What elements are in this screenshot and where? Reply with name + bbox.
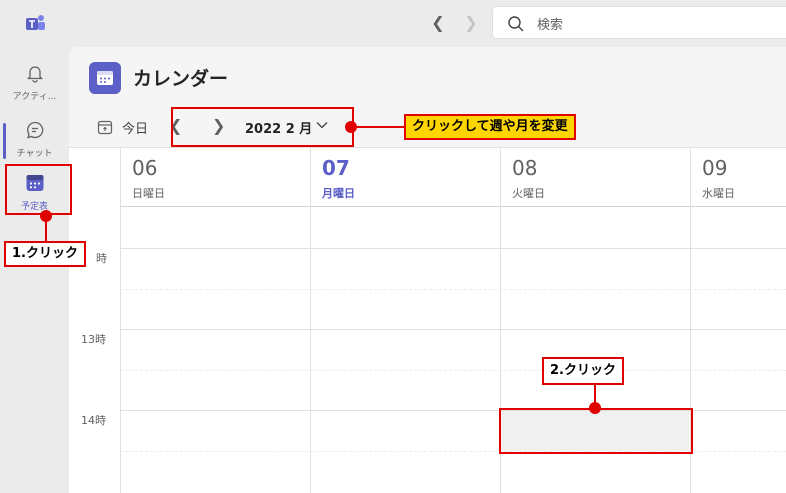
annotation-change-view: クリックして週や月を変更 <box>404 114 576 140</box>
rail-item-label: アクティ... <box>12 92 57 102</box>
day-header-today[interactable]: 07 月曜日 <box>310 148 500 206</box>
annotation-box-calendar <box>5 164 72 215</box>
annotation-box-month <box>171 107 354 147</box>
annotation-step2: 2.クリック <box>542 357 624 385</box>
rail-item-chat[interactable]: チャット <box>0 112 69 162</box>
day-name: 火曜日 <box>512 187 545 200</box>
day-name: 日曜日 <box>132 187 165 200</box>
search-input[interactable]: 検索 <box>492 6 786 39</box>
annotation-connector <box>352 126 406 128</box>
day-header[interactable]: 06 日曜日 <box>120 148 310 206</box>
page-title: カレンダー <box>133 68 229 90</box>
forward-arrow-icon[interactable]: ❯ <box>461 13 481 33</box>
day-number: 09 <box>702 156 728 180</box>
annotation-step1: 1.クリック <box>4 241 86 267</box>
time-label: 14時 <box>81 414 106 427</box>
app-header: カレンダー <box>69 47 786 107</box>
day-number: 06 <box>132 156 158 180</box>
rail-item-label: チャット <box>16 149 53 159</box>
day-header[interactable]: 08 火曜日 <box>500 148 690 206</box>
day-name: 水曜日 <box>702 187 735 200</box>
day-name: 月曜日 <box>322 187 355 200</box>
annotation-box-time-slot <box>499 408 693 454</box>
today-button[interactable]: 今日 <box>122 118 148 137</box>
half-hour-line <box>120 289 786 290</box>
day-number: 07 <box>322 156 350 180</box>
hour-line <box>120 329 786 330</box>
hour-line <box>120 248 786 249</box>
bell-icon <box>26 66 44 83</box>
header-divider <box>120 206 786 207</box>
day-number: 08 <box>512 156 538 180</box>
column-divider <box>310 206 311 493</box>
teams-logo-icon[interactable] <box>24 13 46 33</box>
time-label: 時 <box>96 252 107 265</box>
back-arrow-icon[interactable]: ❮ <box>428 13 448 33</box>
rail-item-activity[interactable]: アクティ... <box>0 55 69 105</box>
search-icon <box>508 16 524 32</box>
app-rail: アクティ... チャット 予定表 <box>0 47 69 493</box>
active-indicator <box>3 123 6 159</box>
title-bar: ❮ ❯ 検索 <box>0 0 786 47</box>
day-header[interactable]: 09 水曜日 <box>690 148 786 206</box>
column-divider <box>120 206 121 493</box>
search-placeholder: 検索 <box>537 18 564 33</box>
annotation-connector <box>45 216 47 242</box>
half-hour-line <box>120 370 786 371</box>
time-label: 13時 <box>81 333 106 346</box>
chat-icon <box>27 121 44 139</box>
calendar-app-icon <box>89 62 121 94</box>
today-icon[interactable] <box>97 119 113 135</box>
